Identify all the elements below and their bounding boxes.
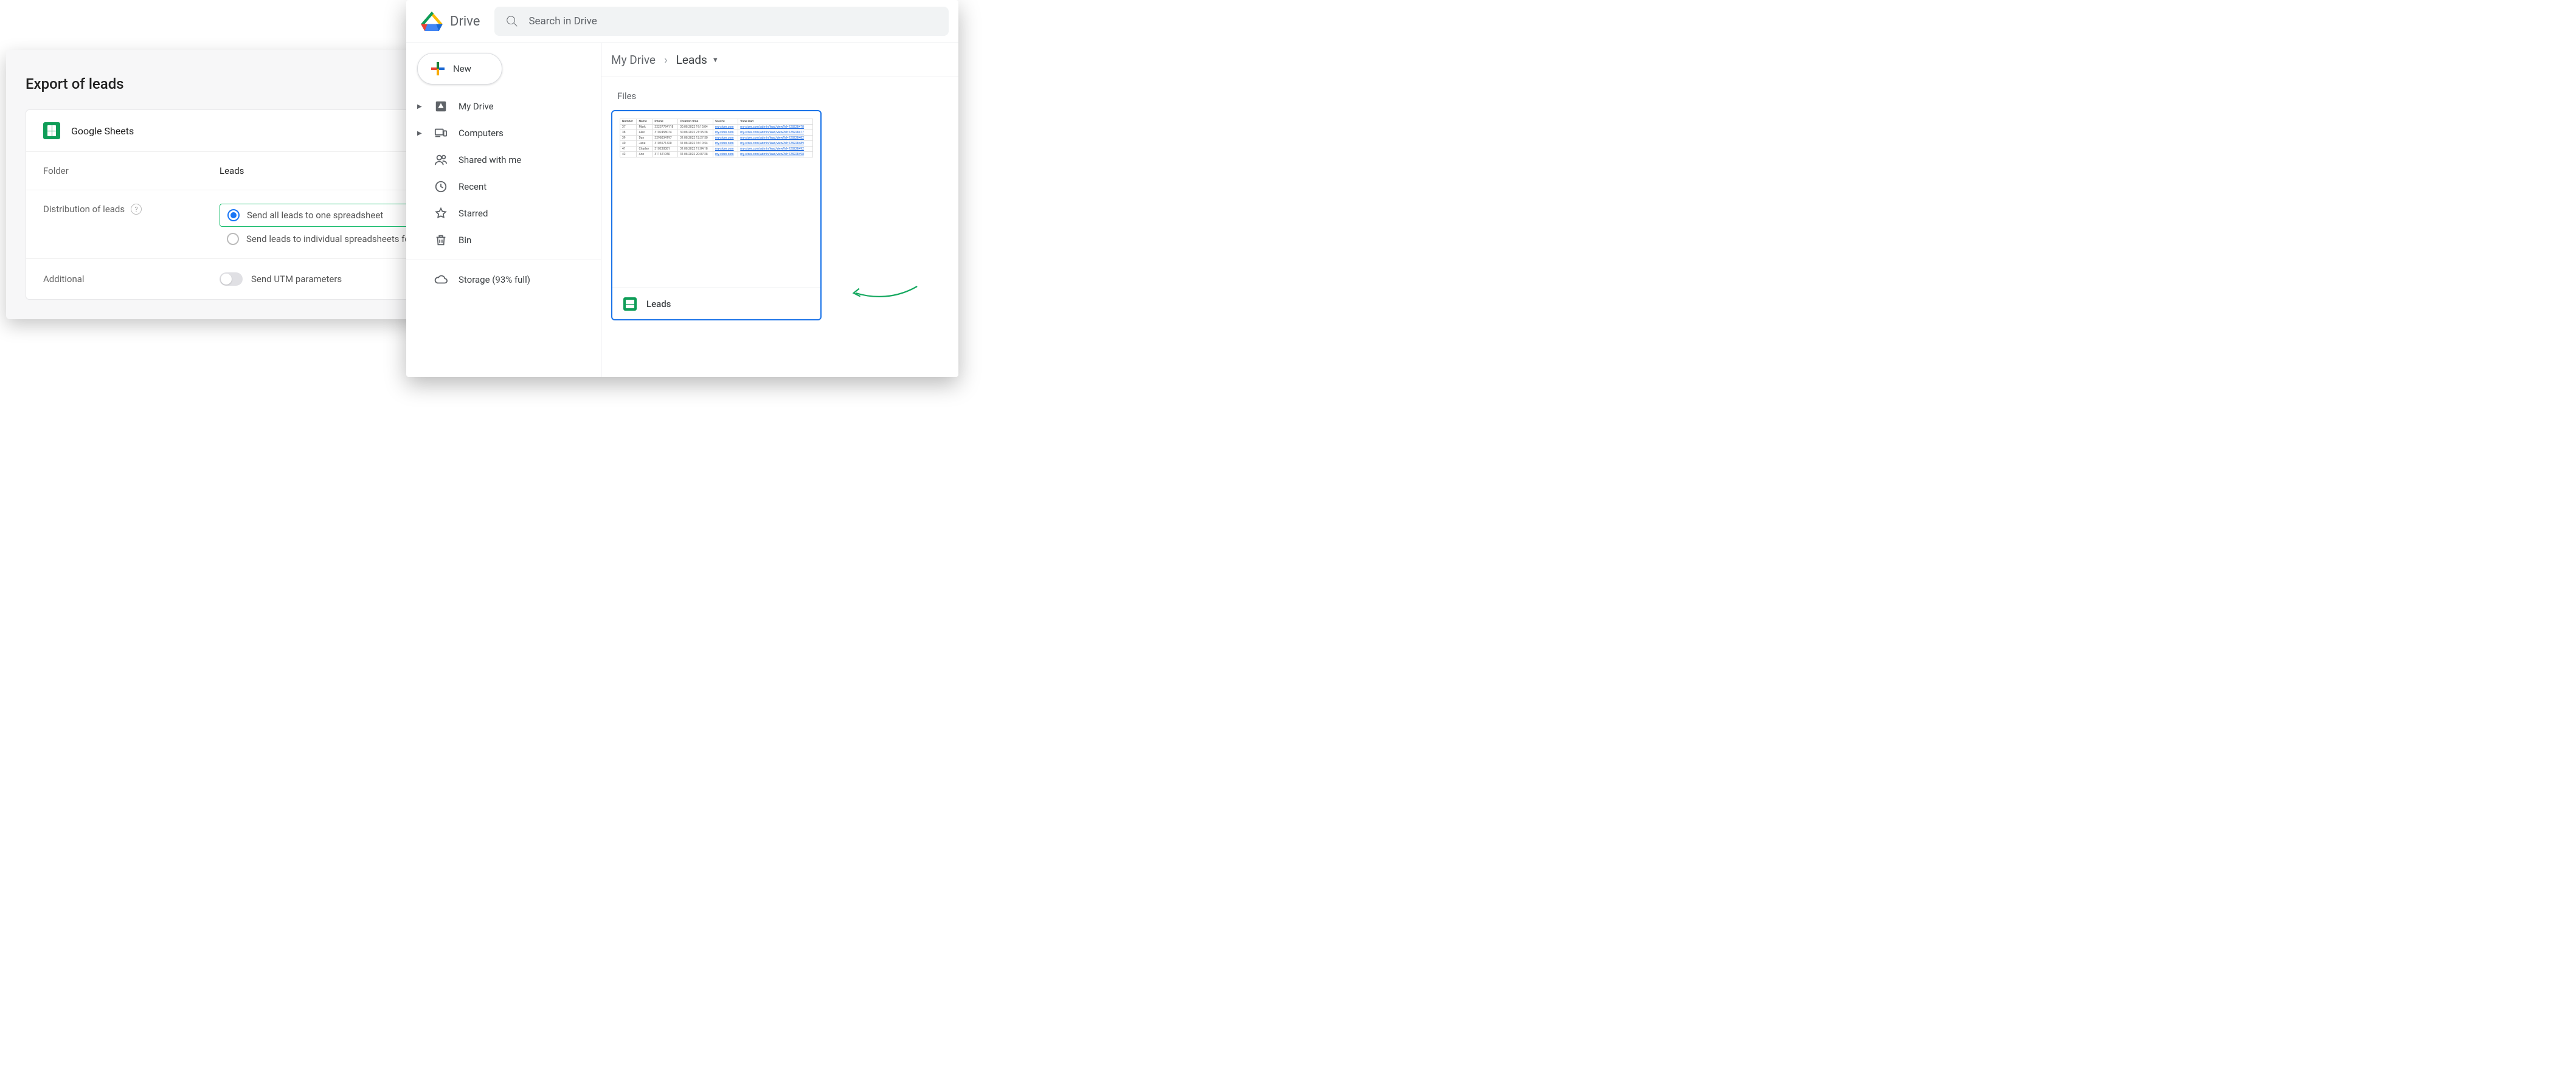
- people-icon: [434, 153, 448, 167]
- breadcrumb: My Drive › Leads ▼: [601, 43, 958, 77]
- utm-toggle[interactable]: [220, 272, 243, 286]
- drive-brand-text: Drive: [450, 14, 480, 29]
- utm-label: Send UTM parameters: [251, 274, 342, 285]
- folder-value[interactable]: Leads: [220, 165, 244, 176]
- sidebar-item-computers[interactable]: ▶ Computers: [406, 120, 601, 147]
- cloud-icon: [434, 273, 448, 286]
- sidebar-item-storage[interactable]: Storage (93% full): [406, 266, 601, 293]
- google-sheets-icon: [623, 297, 637, 311]
- clock-icon: [434, 180, 448, 193]
- chevron-down-icon: ▼: [712, 56, 719, 64]
- devices-icon: [434, 126, 448, 140]
- drive-logo[interactable]: Drive: [416, 12, 480, 31]
- file-footer: Leads: [612, 288, 820, 319]
- sidebar-item-shared[interactable]: Shared with me: [406, 147, 601, 173]
- chevron-right-icon: ▶: [417, 103, 423, 110]
- sidebar-item-bin[interactable]: Bin: [406, 227, 601, 254]
- folder-label: Folder: [43, 165, 220, 176]
- file-preview: NumberNamePhoneCreation timeSourceView l…: [612, 111, 820, 288]
- radio-icon: [227, 233, 239, 245]
- radio-all-label: Send all leads to one spreadsheet: [247, 210, 383, 221]
- new-button-label: New: [453, 63, 471, 74]
- chevron-right-icon: ▶: [417, 130, 423, 137]
- drive-icon: [434, 100, 448, 113]
- drive-topbar: Drive Search in Drive: [406, 0, 958, 43]
- file-card-leads[interactable]: NumberNamePhoneCreation timeSourceView l…: [611, 110, 822, 320]
- files-heading: Files: [601, 77, 958, 110]
- annotation-arrow-icon: [851, 281, 918, 308]
- search-placeholder: Search in Drive: [528, 15, 597, 27]
- search-icon: [505, 15, 519, 28]
- breadcrumb-current[interactable]: Leads ▼: [676, 53, 719, 67]
- chevron-right-icon: ›: [664, 53, 668, 67]
- trash-icon: [434, 233, 448, 247]
- star-icon: [434, 207, 448, 220]
- sidebar-item-recent[interactable]: Recent: [406, 173, 601, 200]
- drive-main: My Drive › Leads ▼ Files NumberNamePhone…: [601, 43, 958, 377]
- drive-triangle-icon: [421, 12, 443, 31]
- google-drive-window: Drive Search in Drive New ▶ My Drive ▶ C…: [406, 0, 958, 377]
- breadcrumb-root[interactable]: My Drive: [611, 53, 656, 67]
- integration-label: Google Sheets: [71, 125, 134, 137]
- file-name: Leads: [646, 299, 671, 309]
- google-sheets-icon: [43, 122, 60, 139]
- search-bar[interactable]: Search in Drive: [494, 7, 949, 36]
- radio-icon: [227, 209, 240, 221]
- sidebar-item-mydrive[interactable]: ▶ My Drive: [406, 93, 601, 120]
- sidebar-item-starred[interactable]: Starred: [406, 200, 601, 227]
- help-icon[interactable]: ?: [131, 204, 142, 215]
- new-button[interactable]: New: [417, 53, 502, 85]
- plus-icon: [431, 62, 445, 75]
- distribution-label: Distribution of leads ?: [43, 204, 220, 215]
- additional-label: Additional: [43, 274, 220, 285]
- drive-sidebar: New ▶ My Drive ▶ Computers Shared with m…: [406, 43, 601, 377]
